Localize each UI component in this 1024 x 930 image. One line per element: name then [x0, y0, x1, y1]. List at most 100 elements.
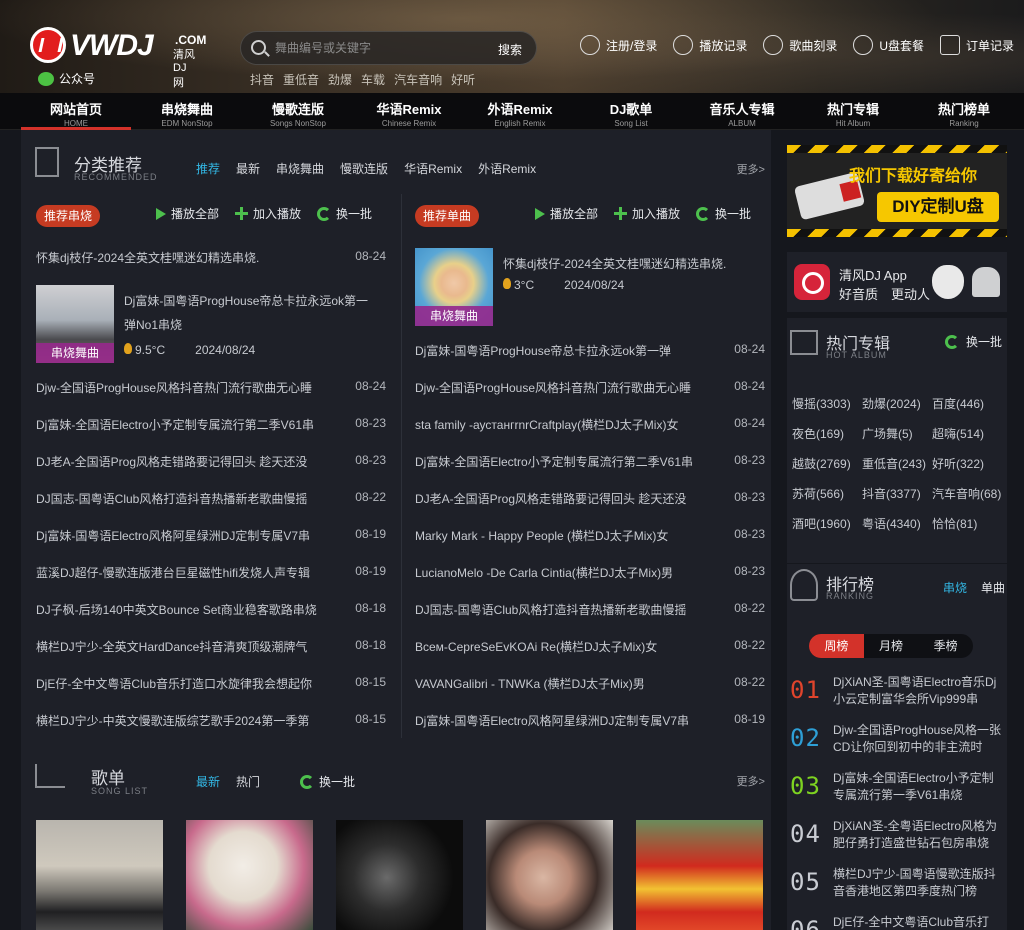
add-to-playlist-button[interactable]: 加入播放 — [235, 205, 301, 222]
mix-cover-image[interactable]: 串烧舞曲 — [36, 285, 114, 363]
list-item[interactable]: 横栏DJ宁少-中英文慢歌连版综艺歌手2024第一季第 08-15 — [36, 712, 386, 732]
list-item[interactable]: Dj富妹-全国语Electro小予定制专属流行第二季V61串 08-23 — [36, 416, 386, 436]
rank-item[interactable]: 02 Djw-全国语ProgHouse风格一张CD让你回到初中的非主流时 — [787, 722, 1007, 762]
list-item[interactable]: DJ国志-国粤语Club风格打造抖音热播新老歌曲慢摇 08-22 — [36, 490, 386, 510]
login-link[interactable]: 注册/登录 — [580, 35, 657, 55]
rank-item[interactable]: 01 DjXiAN圣-国粤语Electro音乐Dj小云定制富华会所Vip999串 — [787, 674, 1007, 714]
hot-word[interactable]: 重低音 — [283, 71, 319, 88]
list-item[interactable]: DjE仔-全中文粤语Club音乐打造口水旋律我会想起你 08-15 — [36, 675, 386, 695]
tab-latest[interactable]: 最新 — [196, 773, 220, 790]
add-to-playlist-button[interactable]: 加入播放 — [614, 205, 680, 222]
rank-item[interactable]: 04 DjXiAN圣-全粤语Electro风格为肥仔勇打造盛世钻石包房串烧 — [787, 818, 1007, 858]
album-tag[interactable]: 汽车音响(68) — [932, 487, 1004, 501]
list-item[interactable]: Djw-全国语ProgHouse风格抖音热门流行歌曲无心睡 08-24 — [415, 379, 765, 399]
android-icon[interactable] — [972, 267, 1000, 297]
list-item[interactable]: 横栏DJ宁少-全英文HardDance抖音清爽顶级潮牌气 08-18 — [36, 638, 386, 658]
album-tag[interactable]: 酒吧(1960) — [792, 517, 864, 531]
swap-button[interactable]: 换一批 — [696, 205, 751, 222]
album-tag[interactable]: 抖音(3377) — [862, 487, 934, 501]
list-item[interactable]: VAVANGalibri - TNWKa (横栏DJ太子Mix)男 08-22 — [415, 675, 765, 695]
list-item[interactable]: sta family -аустангrnrCraftplay(横栏DJ太子Mi… — [415, 416, 765, 436]
tab-edm[interactable]: 串烧舞曲 — [276, 160, 324, 177]
list-item[interactable]: DJ老A-全国语Prog风格走错路要记得回头 趁天还没 08-23 — [36, 453, 386, 473]
tab-recommend[interactable]: 推荐 — [196, 160, 220, 177]
hot-word[interactable]: 车载 — [361, 71, 385, 88]
featured-title[interactable]: Dj富妹-国粤语ProgHouse帝总卡拉永远ok第一弹No1串烧 — [124, 289, 379, 337]
nav-hit-album[interactable]: 热门专辑 Hit Album — [798, 93, 908, 130]
list-item[interactable]: LucianoMelo -De Carla Cintia(横栏DJ太子Mix)男… — [415, 564, 765, 584]
list-item[interactable]: DJ国志-国粤语Club风格打造抖音热播新老歌曲慢摇 08-22 — [415, 601, 765, 621]
list-item[interactable]: Marky Mark - Happy People (横栏DJ太子Mix)女 08… — [415, 527, 765, 547]
album-tag[interactable]: 粤语(4340) — [862, 517, 934, 531]
nav-home[interactable]: 网站首页 HOME — [21, 93, 131, 130]
swap-button[interactable]: 换一批 — [300, 773, 355, 790]
playlist-cover[interactable] — [36, 820, 163, 930]
search-button[interactable]: 搜索 — [498, 41, 522, 58]
tab-hot[interactable]: 热门 — [236, 773, 260, 790]
hot-word[interactable]: 好听 — [451, 71, 475, 88]
album-tag[interactable]: 夜色(169) — [792, 427, 864, 441]
album-tag[interactable]: 广场舞(5) — [862, 427, 934, 441]
nav-english-remix[interactable]: 外语Remix English Remix — [465, 93, 575, 130]
album-tag[interactable]: 慢摇(3303) — [792, 397, 864, 411]
rank-item[interactable]: 05 横栏DJ宁少-国粤语慢歌连版抖音香港地区第四季度热门榜 — [787, 866, 1007, 906]
list-item[interactable]: Dj富妹-国粤语Electro风格阿星绿洲DJ定制专属V7串 08-19 — [415, 712, 765, 732]
hot-word[interactable]: 劲爆 — [328, 71, 352, 88]
playlist-cover[interactable] — [486, 820, 613, 930]
featured-single[interactable]: 串烧舞曲 怀集dj枝仔-2024全英文桂嘿迷幻精选串烧. 3°C 2024/08… — [415, 248, 765, 328]
album-tag[interactable]: 劲爆(2024) — [862, 397, 934, 411]
tab-chinese-remix[interactable]: 华语Remix — [404, 160, 462, 177]
tab-weekly[interactable]: 周榜 — [809, 634, 864, 658]
tab-english-remix[interactable]: 外语Remix — [478, 160, 536, 177]
tab-nonstop[interactable]: 慢歌连版 — [340, 160, 388, 177]
album-tag[interactable]: 超嗨(514) — [932, 427, 1004, 441]
album-tag[interactable]: 好听(322) — [932, 457, 1004, 471]
swap-button[interactable]: 换一批 — [317, 205, 372, 222]
featured-mix[interactable]: 串烧舞曲 Dj富妹-国粤语ProgHouse帝总卡拉永远ok第一弹No1串烧 9… — [36, 285, 386, 365]
tab-monthly[interactable]: 月榜 — [864, 634, 919, 658]
apple-icon[interactable] — [932, 265, 964, 299]
list-item[interactable]: DJ子枫-后场140中英文Bounce Set商业稳客歌路串烧 08-18 — [36, 601, 386, 621]
usb-banner[interactable]: 我们下载好寄给你 DIY定制U盘 — [787, 145, 1007, 237]
tab-single[interactable]: 单曲 — [981, 579, 1005, 596]
site-logo[interactable]: VWDJ .COM 清风DJ网 — [30, 27, 206, 89]
list-item[interactable]: DJ老A-全国语Prog风格走错路要记得回头 趁天还没 08-23 — [415, 490, 765, 510]
playlist-cover[interactable] — [636, 820, 763, 930]
nav-album[interactable]: 音乐人专辑 ALBUM — [687, 93, 797, 130]
rank-item[interactable]: 03 Dj富妹-全国语Electro小予定制专属流行第一季V61串烧 — [787, 770, 1007, 810]
list-item[interactable]: 蓝溪DJ超仔-慢歌连版港台巨星磁性hifi发烧人声专辑 08-19 — [36, 564, 386, 584]
search-input[interactable] — [275, 39, 475, 57]
list-item[interactable]: Всем-CepreSeEvKOAi Re(横栏DJ太子Mix)女 08-22 — [415, 638, 765, 658]
nav-edm[interactable]: 串烧舞曲 EDM NonStop — [132, 93, 242, 130]
album-tag[interactable]: 重低音(243) — [862, 457, 934, 471]
album-tag[interactable]: 越鼓(2769) — [792, 457, 864, 471]
album-tag[interactable]: 苏荷(566) — [792, 487, 864, 501]
hot-word[interactable]: 汽车音响 — [394, 71, 442, 88]
list-item[interactable]: Dj富妹-国粤语ProgHouse帝总卡拉永远ok第一弹 08-24 — [415, 342, 765, 362]
list-item[interactable]: Dj富妹-全国语Electro小予定制专属流行第二季V61串 08-23 — [415, 453, 765, 473]
playlist-cover[interactable] — [336, 820, 463, 930]
more-link[interactable]: 更多> — [737, 773, 765, 789]
more-link[interactable]: 更多> — [737, 161, 765, 177]
history-link[interactable]: 播放记录 — [673, 35, 747, 55]
tab-mix[interactable]: 串烧 — [943, 579, 967, 596]
usb-link[interactable]: U盘套餐 — [853, 35, 924, 55]
nav-ranking[interactable]: 热门榜单 Ranking — [909, 93, 1019, 130]
tab-quarterly[interactable]: 季榜 — [918, 634, 973, 658]
list-item[interactable]: Djw-全国语ProgHouse风格抖音热门流行歌曲无心睡 08-24 — [36, 379, 386, 399]
list-item[interactable]: 怀集dj枝仔-2024全英文桂嘿迷幻精选串烧. 08-24 — [36, 249, 386, 269]
wechat-link[interactable]: 公众号 — [38, 70, 95, 87]
swap-button[interactable]: 换一批 — [945, 333, 1002, 350]
burn-link[interactable]: 歌曲刻录 — [763, 35, 837, 55]
album-tag[interactable]: 恰恰(81) — [932, 517, 1004, 531]
single-cover-image[interactable]: 串烧舞曲 — [415, 248, 493, 326]
hot-word[interactable]: 抖音 — [250, 71, 274, 88]
list-item[interactable]: Dj富妹-国粤语Electro风格阿星绿洲DJ定制专属V7串 08-19 — [36, 527, 386, 547]
play-all-button[interactable]: 播放全部 — [156, 205, 219, 222]
rank-item[interactable]: 06 DjE仔-全中文粤语Club音乐打 — [787, 914, 1007, 930]
featured-title[interactable]: 怀集dj枝仔-2024全英文桂嘿迷幻精选串烧. — [503, 252, 758, 276]
nav-song-list[interactable]: DJ歌单 Song List — [576, 93, 686, 130]
tab-latest[interactable]: 最新 — [236, 160, 260, 177]
app-download[interactable]: 清风DJ App 好音质 更动人 — [787, 252, 1007, 312]
orders-link[interactable]: 订单记录 — [940, 35, 1014, 55]
